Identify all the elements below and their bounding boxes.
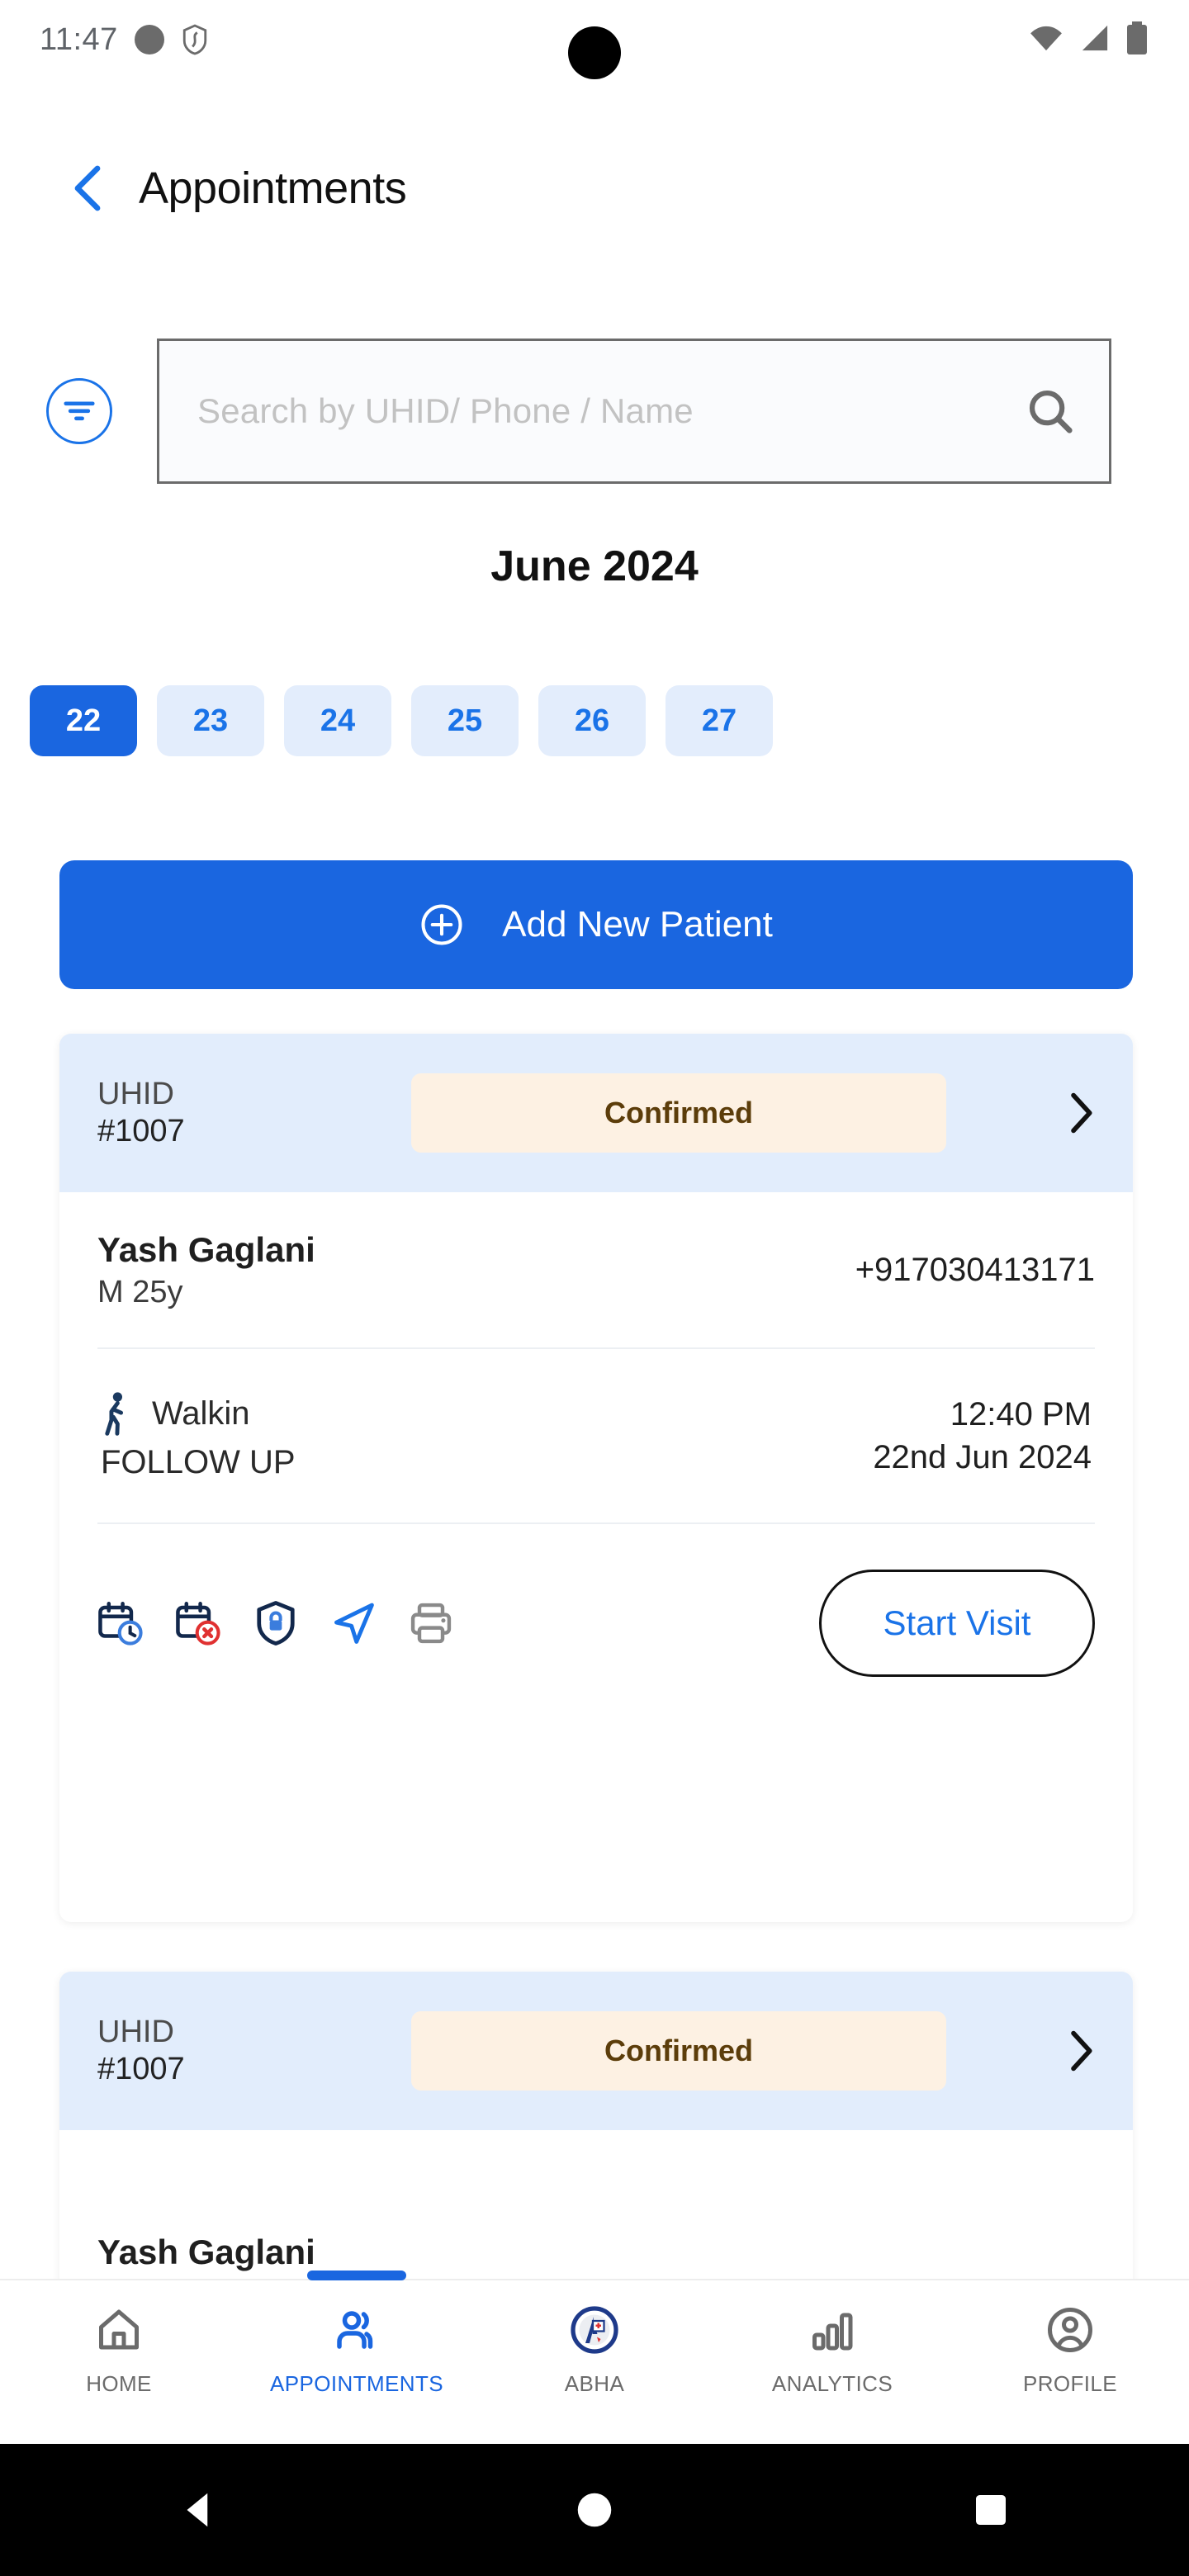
walking-person-icon (101, 1391, 132, 1437)
appointment-card[interactable]: UHID #1007 Confirmed Yash Gaglani (59, 1972, 1133, 2302)
nav-item-home[interactable]: HOME (0, 2280, 238, 2397)
search-box[interactable]: Search by UHID/ Phone / Name (157, 339, 1111, 484)
status-badge[interactable]: Confirmed (411, 1073, 946, 1153)
uhid-label: UHID (97, 1077, 174, 1112)
add-new-patient-button[interactable]: Add New Patient (59, 860, 1133, 989)
cellular-signal-icon (1078, 24, 1111, 56)
card-actions-row: Start Visit (97, 1524, 1095, 1722)
patient-identity: Yash Gaglani M 25y (97, 1228, 855, 1312)
appointment-card-header[interactable]: UHID #1007 Confirmed (59, 1972, 1133, 2130)
uhid-label: UHID (97, 2015, 174, 2050)
android-recents-icon[interactable] (966, 2485, 1016, 2535)
date-chip[interactable]: 27 (666, 685, 773, 756)
date-chip[interactable]: 23 (157, 685, 264, 756)
visit-schedule: 12:40 PM 22nd Jun 2024 (873, 1393, 1092, 1479)
bar-chart-icon (808, 2305, 857, 2355)
android-home-icon[interactable] (570, 2485, 619, 2535)
visit-row: Walkin FOLLOW UP 12:40 PM 22nd Jun 2024 (97, 1349, 1095, 1524)
uhid-value: #1007 (97, 2052, 185, 2086)
plus-circle-icon (419, 902, 464, 947)
visit-date: 22nd Jun 2024 (873, 1439, 1092, 1475)
search-row: Search by UHID/ Phone / Name (0, 337, 1189, 485)
chevron-right-icon[interactable] (1067, 1092, 1095, 1134)
filter-button[interactable] (46, 378, 112, 444)
android-system-navigation (0, 2444, 1189, 2576)
appointment-card-header[interactable]: UHID #1007 Confirmed (59, 1034, 1133, 1192)
action-icon-group (97, 1600, 454, 1646)
nav-item-profile[interactable]: PROFILE (951, 2280, 1189, 2397)
visit-kind-label: FOLLOW UP (101, 1443, 296, 1480)
person-circle-icon (1045, 2305, 1095, 2355)
phone-screen: 11:47 Appointments Search by UHID/ Phone… (0, 0, 1189, 2576)
date-chip[interactable]: 24 (284, 685, 391, 756)
nav-label-profile: PROFILE (1022, 2371, 1118, 2396)
send-share-icon[interactable] (330, 1600, 377, 1646)
active-tab-indicator (307, 2271, 406, 2280)
print-icon[interactable] (408, 1600, 454, 1646)
back-icon[interactable] (71, 165, 104, 211)
nav-label-abha: ABHA (564, 2371, 625, 2396)
reschedule-calendar-clock-icon[interactable] (97, 1600, 144, 1646)
visit-type-line: Walkin (101, 1391, 873, 1437)
nav-item-analytics[interactable]: ANALYTICS (713, 2280, 951, 2397)
uhid-block: UHID #1007 (97, 1076, 411, 1150)
nav-label-appointments: APPOINTMENTS (270, 2371, 443, 2396)
visit-type-block: Walkin FOLLOW UP (101, 1391, 873, 1481)
add-new-patient-label: Add New Patient (502, 904, 773, 945)
patient-identity: Yash Gaglani (97, 2230, 315, 2275)
date-chip[interactable]: 25 (411, 685, 519, 756)
status-bar-clock: 11:47 (40, 21, 118, 57)
shield-icon (181, 23, 209, 56)
chevron-right-icon[interactable] (1067, 2030, 1095, 2072)
nav-item-appointments[interactable]: APPOINTMENTS (238, 2271, 476, 2397)
uhid-block: UHID #1007 (97, 2014, 411, 2088)
appointment-card[interactable]: UHID #1007 Confirmed Yash Gaglani M 25y … (59, 1034, 1133, 1922)
page-title: Appointments (139, 163, 407, 213)
date-chip[interactable]: 26 (538, 685, 646, 756)
status-badge[interactable]: Confirmed (411, 2011, 946, 2091)
people-icon (332, 2305, 381, 2355)
patient-name: Yash Gaglani (97, 1229, 315, 1269)
abha-logo-icon (570, 2305, 619, 2355)
wifi-icon (1027, 24, 1065, 56)
nav-item-abha[interactable]: ABHA (476, 2280, 713, 2397)
bottom-navigation: HOME APPOINTMENTS ABHA ANALYTICS PROFILE (0, 2271, 1189, 2444)
status-bar-left: 11:47 (40, 22, 209, 58)
month-title: June 2024 (490, 542, 699, 590)
nav-label-analytics: ANALYTICS (771, 2371, 893, 2396)
uhid-value: #1007 (97, 1114, 185, 1148)
visit-time: 12:40 PM (950, 1396, 1092, 1432)
android-back-icon[interactable] (173, 2485, 223, 2535)
patient-row: Yash Gaglani M 25y +917030413171 (97, 1192, 1095, 1349)
appointment-card-body: Yash Gaglani (59, 2130, 1133, 2302)
search-icon[interactable] (1025, 386, 1076, 437)
home-icon (94, 2305, 144, 2355)
app-bar: Appointments (0, 139, 1189, 238)
start-visit-button[interactable]: Start Visit (819, 1570, 1095, 1677)
patient-name: Yash Gaglani (97, 2233, 315, 2272)
patient-gender-age: M 25y (97, 1274, 183, 1309)
search-input[interactable]: Search by UHID/ Phone / Name (197, 391, 1025, 431)
cancel-calendar-x-icon[interactable] (175, 1600, 221, 1646)
patient-phone[interactable]: +917030413171 (855, 1252, 1095, 1289)
battery-icon (1125, 21, 1149, 59)
appointment-card-body: Yash Gaglani M 25y +917030413171 Walkin … (59, 1192, 1133, 1722)
filter-icon (61, 395, 97, 429)
shield-lock-icon[interactable] (253, 1600, 299, 1646)
record-dot-icon (134, 25, 164, 54)
date-chip[interactable]: 22 (30, 685, 137, 756)
date-strip[interactable]: 22 23 24 25 26 27 (30, 652, 1189, 794)
visit-type-label: Walkin (152, 1395, 250, 1432)
status-bar-right (1027, 21, 1149, 59)
nav-label-home: HOME (86, 2371, 152, 2396)
camera-punch-hole (568, 26, 621, 79)
